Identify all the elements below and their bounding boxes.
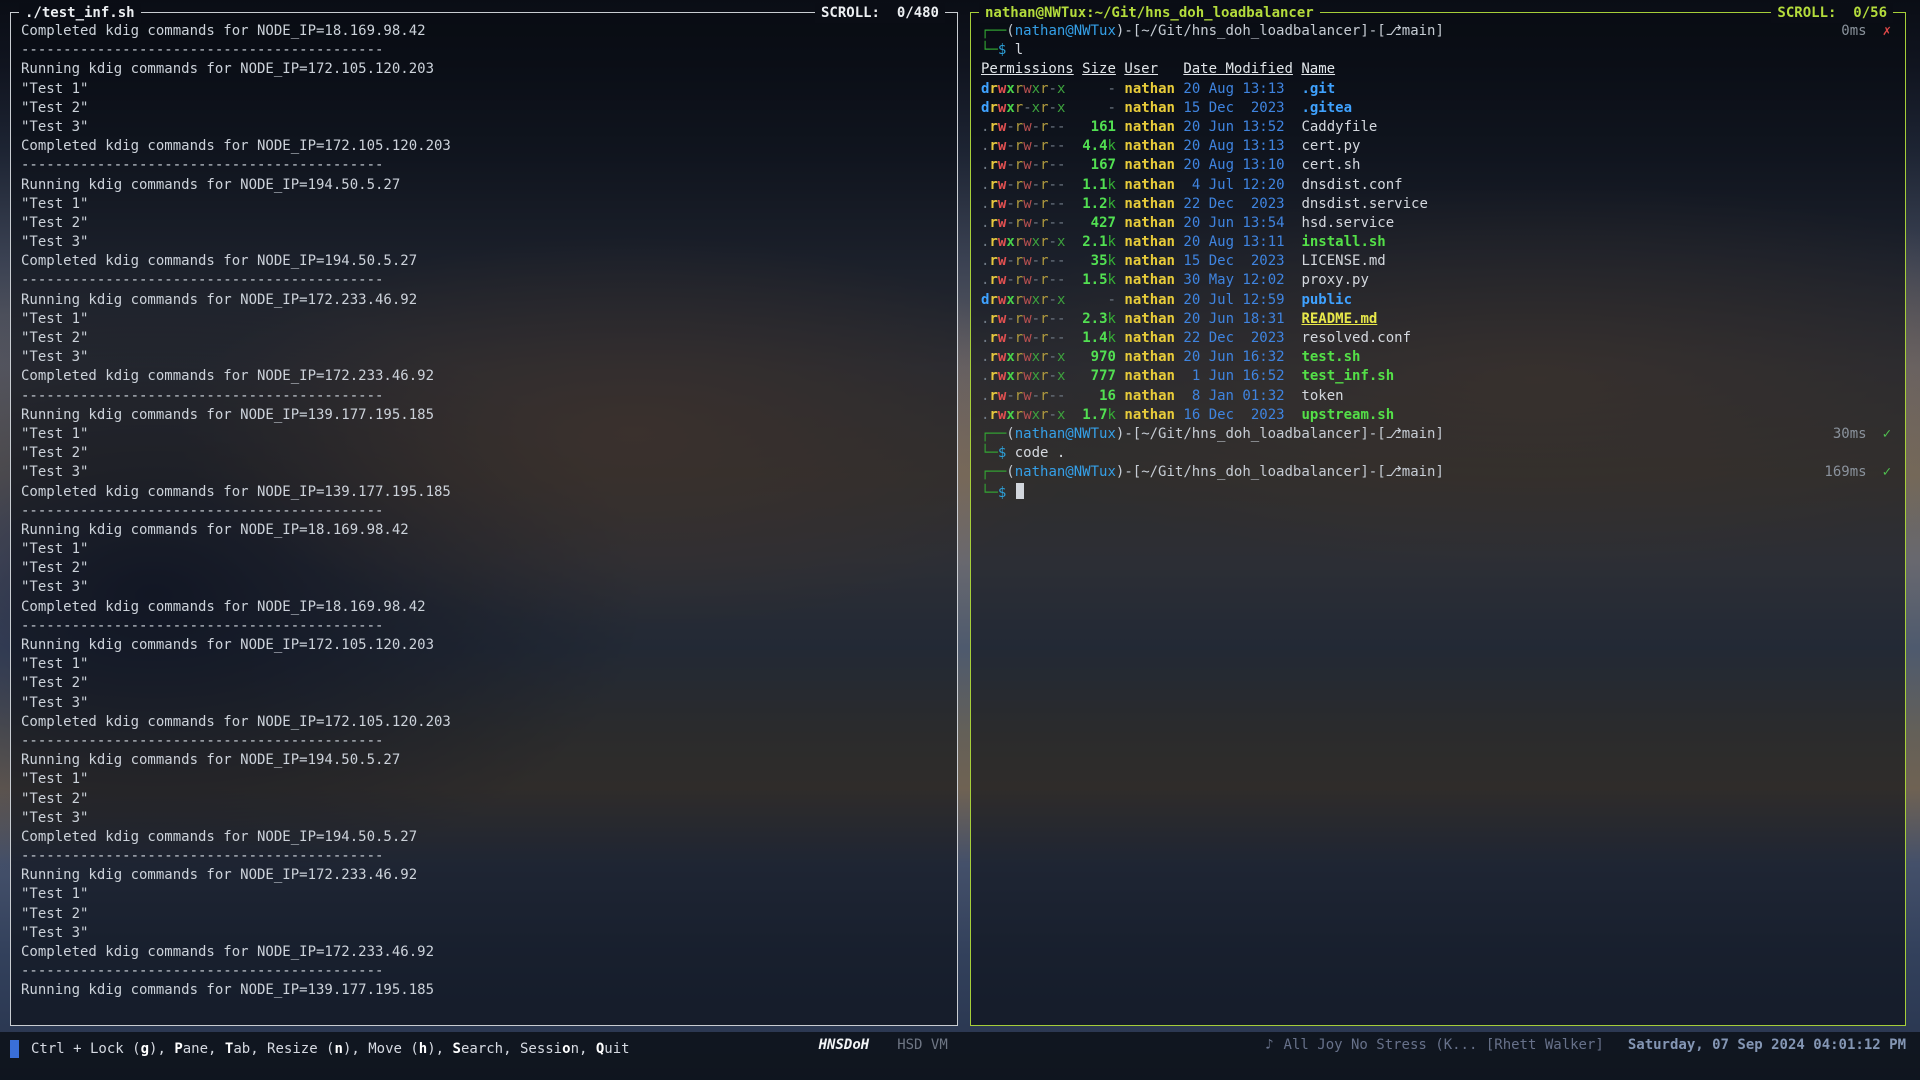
command-duration: 169ms✓	[1824, 463, 1895, 482]
file-row: .rw-rw-r-- 427 nathan 20 Jun 13:54 hsd.s…	[981, 214, 1895, 233]
terminal-output-line: "Test 3"	[21, 924, 947, 943]
terminal-output-line: "Test 3"	[21, 463, 947, 482]
terminal-output-line: "Test 2"	[21, 329, 947, 348]
file-row: .rw-rw-r-- 167 nathan 20 Aug 13:10 cert.…	[981, 156, 1895, 175]
terminal-output-line: "Test 1"	[21, 310, 947, 329]
terminal-output-line: ----------------------------------------…	[21, 271, 947, 290]
terminal-output-line: Completed kdig commands for NODE_IP=18.1…	[21, 598, 947, 617]
terminal-output-line: Running kdig commands for NODE_IP=18.169…	[21, 521, 947, 540]
file-row: .rwxrwxr-x 777 nathan 1 Jun 16:52 test_i…	[981, 367, 1895, 386]
now-playing-text: All Joy No Stress (K... [Rhett Walker]	[1284, 1037, 1604, 1053]
terminal-output-line: Running kdig commands for NODE_IP=172.23…	[21, 866, 947, 885]
tab-hsd-vm[interactable]: HSD VM	[897, 1037, 948, 1053]
terminal-output-line: ----------------------------------------…	[21, 732, 947, 751]
terminal-output-line: "Test 2"	[21, 444, 947, 463]
mode-indicator	[10, 1040, 19, 1058]
terminal-output-line: ----------------------------------------…	[21, 502, 947, 521]
file-row: .rw-rw-r-- 1.1k nathan 4 Jul 12:20 dnsdi…	[981, 176, 1895, 195]
prompt-line: ┌──(nathan@NWTux)-[~/Git/hns_doh_loadbal…	[981, 463, 1895, 482]
left-terminal-pane[interactable]: ./test_inf.sh SCROLL: 0/480 Completed kd…	[10, 12, 958, 1026]
right-status: ♪All Joy No Stress (K... [Rhett Walker] …	[1265, 1037, 1906, 1053]
terminal-output-line: "Test 2"	[21, 559, 947, 578]
command-duration: 30ms✓	[1833, 425, 1895, 444]
terminal-output-line: ----------------------------------------…	[21, 617, 947, 636]
terminal-output-line: "Test 2"	[21, 674, 947, 693]
file-row: .rw-rw-r-- 161 nathan 20 Jun 13:52 Caddy…	[981, 118, 1895, 137]
file-row: .rw-rw-r-- 1.4k nathan 22 Dec 2023 resol…	[981, 329, 1895, 348]
terminal-output-line: ----------------------------------------…	[21, 387, 947, 406]
terminal-output-line: "Test 1"	[21, 770, 947, 789]
status-row: Ctrl + Lock (g), Pane, Tab, Resize (n), …	[0, 1032, 1920, 1061]
file-row: .rwxrwxr-x 970 nathan 20 Jun 16:32 test.…	[981, 348, 1895, 367]
terminal-output-line: Running kdig commands for NODE_IP=194.50…	[21, 176, 947, 195]
terminal-output-line: "Test 1"	[21, 195, 947, 214]
file-row: .rw-rw-r-- 2.3k nathan 20 Jun 18:31 READ…	[981, 310, 1895, 329]
terminal-output-line: Running kdig commands for NODE_IP=139.17…	[21, 406, 947, 425]
now-playing: ♪ All Joy No Stress (K... [Rhett Walker]	[1265, 1037, 1604, 1053]
terminal-output-line: "Test 3"	[21, 809, 947, 828]
file-row: .rw-rw-r-- 1.2k nathan 22 Dec 2023 dnsdi…	[981, 195, 1895, 214]
terminal-output-line: "Test 1"	[21, 80, 947, 99]
terminal-output-line: "Test 2"	[21, 790, 947, 809]
terminal-output-line: Running kdig commands for NODE_IP=194.50…	[21, 751, 947, 770]
tab-hnsdoh[interactable]: HNSDoH	[819, 1037, 870, 1053]
terminal-output-line: "Test 2"	[21, 905, 947, 924]
status-bar: Ctrl + Lock (g), Pane, Tab, Resize (n), …	[0, 1032, 1920, 1080]
terminal-output-line: "Test 1"	[21, 540, 947, 559]
terminal-output-line: "Test 1"	[21, 425, 947, 444]
terminal-output-line: Completed kdig commands for NODE_IP=172.…	[21, 943, 947, 962]
terminal-output-line: "Test 3"	[21, 118, 947, 137]
terminal-output-line: Completed kdig commands for NODE_IP=18.1…	[21, 22, 947, 41]
terminal-output-line: "Test 1"	[21, 655, 947, 674]
terminal-output-line: Completed kdig commands for NODE_IP=194.…	[21, 252, 947, 271]
terminal-output-line: "Test 3"	[21, 233, 947, 252]
terminal-output-line: ----------------------------------------…	[21, 41, 947, 60]
terminal-output-line: Completed kdig commands for NODE_IP=172.…	[21, 367, 947, 386]
left-pane-output: Completed kdig commands for NODE_IP=18.1…	[11, 13, 957, 1025]
file-row: drwxr-xr-x - nathan 15 Dec 2023 .gitea	[981, 99, 1895, 118]
right-pane-output: ┌──(nathan@NWTux)-[~/Git/hns_doh_loadbal…	[971, 13, 1905, 1025]
prompt-command-line: └─$ code .	[981, 444, 1895, 463]
terminal-output-line: Running kdig commands for NODE_IP=139.17…	[21, 981, 947, 1000]
music-note-icon: ♪	[1265, 1037, 1273, 1053]
terminal-output-line: "Test 3"	[21, 578, 947, 597]
terminal-output-line: Running kdig commands for NODE_IP=172.10…	[21, 60, 947, 79]
terminal-output-line: Running kdig commands for NODE_IP=172.23…	[21, 291, 947, 310]
file-row: drwxrwxr-x - nathan 20 Jul 12:59 public	[981, 291, 1895, 310]
terminal-output-line: "Test 3"	[21, 694, 947, 713]
terminal-output-line: "Test 2"	[21, 214, 947, 233]
terminal-screen: ./test_inf.sh SCROLL: 0/480 Completed kd…	[0, 0, 1920, 1080]
prompt-line: ┌──(nathan@NWTux)-[~/Git/hns_doh_loadbal…	[981, 22, 1895, 41]
terminal-output-line: Completed kdig commands for NODE_IP=172.…	[21, 713, 947, 732]
tab-bar: HNSDoH HSD VM	[819, 1037, 948, 1053]
file-row: .rwxrwxr-x 2.1k nathan 20 Aug 13:11 inst…	[981, 233, 1895, 252]
terminal-output-line: Completed kdig commands for NODE_IP=172.…	[21, 137, 947, 156]
keybinding-hints[interactable]: Ctrl + Lock (g), Pane, Tab, Resize (n), …	[31, 1041, 630, 1057]
terminal-output-line: ----------------------------------------…	[21, 962, 947, 981]
prompt-command-line: └─$ l	[981, 41, 1895, 60]
file-row: .rw-rw-r-- 1.5k nathan 30 May 12:02 prox…	[981, 271, 1895, 290]
file-row: .rwxrwxr-x 1.7k nathan 16 Dec 2023 upstr…	[981, 406, 1895, 425]
terminal-output-line: ----------------------------------------…	[21, 156, 947, 175]
cursor-block	[1016, 483, 1024, 499]
terminal-output-line: "Test 2"	[21, 99, 947, 118]
terminal-output-line: "Test 1"	[21, 885, 947, 904]
terminal-output-line: ----------------------------------------…	[21, 847, 947, 866]
prompt-command-line: └─$	[981, 483, 1895, 502]
right-terminal-pane[interactable]: nathan@NWTux:~/Git/hns_doh_loadbalancer …	[970, 12, 1906, 1026]
command-duration: 0ms✗	[1841, 22, 1895, 41]
terminal-output-line: Completed kdig commands for NODE_IP=194.…	[21, 828, 947, 847]
prompt-line: ┌──(nathan@NWTux)-[~/Git/hns_doh_loadbal…	[981, 425, 1895, 444]
file-row: .rw-rw-r-- 16 nathan 8 Jan 01:32 token	[981, 387, 1895, 406]
file-row: .rw-rw-r-- 35k nathan 15 Dec 2023 LICENS…	[981, 252, 1895, 271]
terminal-output-line: "Test 3"	[21, 348, 947, 367]
terminal-output-line: Running kdig commands for NODE_IP=172.10…	[21, 636, 947, 655]
listing-header: Permissions Size User Date Modified Name	[981, 60, 1895, 79]
file-row: .rw-rw-r-- 4.4k nathan 20 Aug 13:13 cert…	[981, 137, 1895, 156]
file-row: drwxrwxr-x - nathan 20 Aug 13:13 .git	[981, 80, 1895, 99]
datetime-display: Saturday, 07 Sep 2024 04:01:12 PM	[1628, 1037, 1906, 1053]
terminal-output-line: Completed kdig commands for NODE_IP=139.…	[21, 483, 947, 502]
